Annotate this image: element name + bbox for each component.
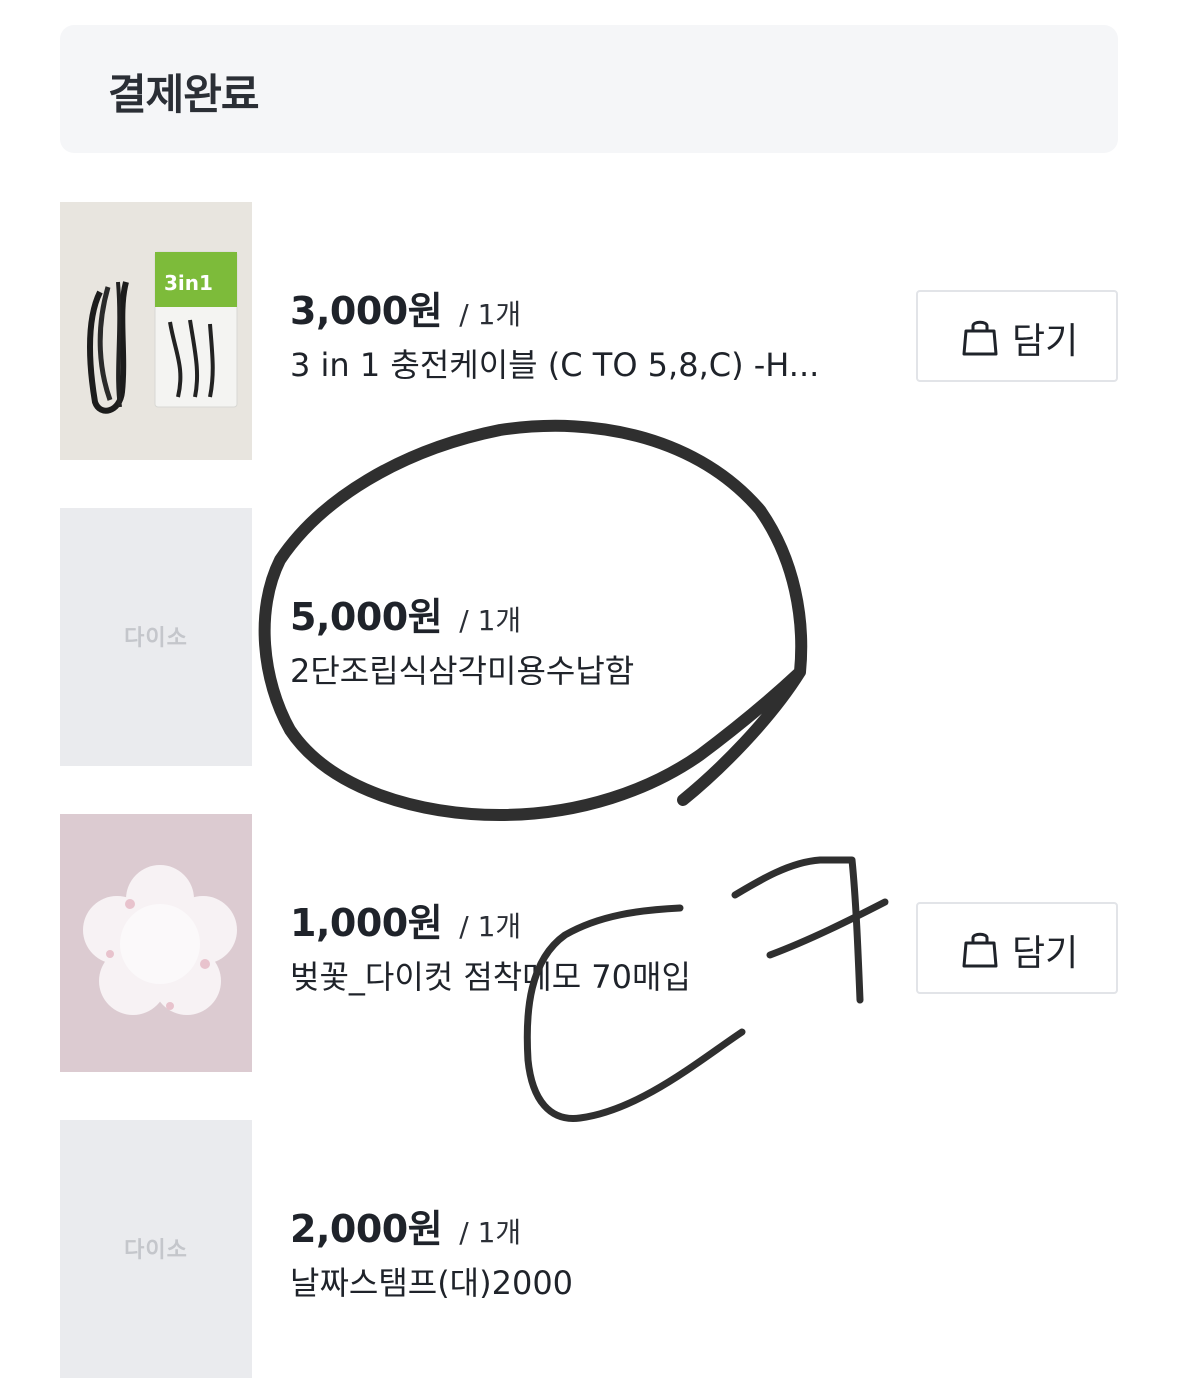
- cable-product-image: 3in1: [60, 202, 252, 460]
- item-quantity: / 1개: [459, 298, 522, 331]
- svg-text:3in1: 3in1: [164, 271, 213, 295]
- product-thumbnail-placeholder[interactable]: 다이소: [60, 1120, 252, 1378]
- item-quantity: / 1개: [459, 1216, 522, 1249]
- item-name[interactable]: 벚꽃_다이컷 점착메모 70매입: [290, 952, 890, 998]
- item-price: 1,000원: [290, 901, 443, 945]
- product-thumbnail-cable[interactable]: 3in1: [60, 202, 252, 460]
- add-to-cart-button[interactable]: 담기: [916, 902, 1118, 994]
- price-line: 2,000원 / 1개: [290, 1198, 521, 1253]
- item-name[interactable]: 날짜스탬프(대)2000: [290, 1258, 890, 1304]
- order-status-title: 결제완료: [108, 70, 260, 119]
- cherry-blossom-memo-image: [60, 814, 252, 1072]
- item-quantity: / 1개: [459, 604, 522, 637]
- shopping-bag-icon: [962, 320, 998, 356]
- price-line: 3,000원 / 1개: [290, 280, 521, 335]
- order-item[interactable]: 1,000원 / 1개 벚꽃_다이컷 점착메모 70매입 담기: [60, 814, 1118, 1072]
- add-to-cart-label: 담기: [1012, 933, 1079, 974]
- order-item[interactable]: 3in1 3,000원 / 1개 3 in 1 충전케이블 (C TO 5,8,…: [60, 202, 1118, 460]
- item-name[interactable]: 3 in 1 충전케이블 (C TO 5,8,C) -H...: [290, 340, 890, 386]
- order-item[interactable]: 다이소 2,000원 / 1개 날짜스탬프(대)2000: [60, 1120, 1118, 1378]
- item-quantity: / 1개: [459, 910, 522, 943]
- order-item[interactable]: 다이소 5,000원 / 1개 2단조립식삼각미용수납함: [60, 508, 1118, 766]
- product-thumbnail-memo[interactable]: [60, 814, 252, 1072]
- add-to-cart-label: 담기: [1012, 321, 1079, 362]
- brand-placeholder-logo: 다이소: [124, 1238, 188, 1263]
- item-price: 3,000원: [290, 289, 443, 333]
- brand-placeholder-logo: 다이소: [124, 626, 188, 651]
- price-line: 1,000원 / 1개: [290, 892, 521, 947]
- order-status-header: 결제완료: [60, 25, 1118, 153]
- add-to-cart-button[interactable]: 담기: [916, 290, 1118, 382]
- shopping-bag-icon: [962, 932, 998, 968]
- price-line: 5,000원 / 1개: [290, 586, 521, 641]
- item-price: 5,000원: [290, 595, 443, 639]
- item-name[interactable]: 2단조립식삼각미용수납함: [290, 646, 890, 692]
- item-price: 2,000원: [290, 1207, 443, 1251]
- product-thumbnail-placeholder[interactable]: 다이소: [60, 508, 252, 766]
